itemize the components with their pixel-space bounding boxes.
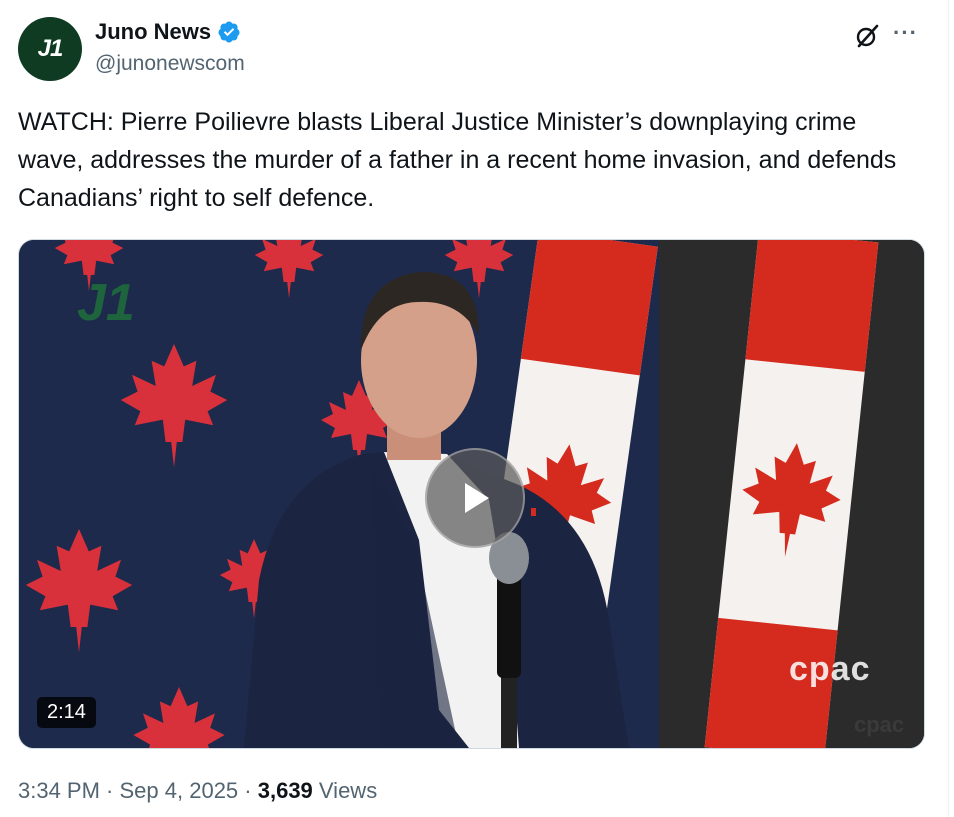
cpac-watermark: cpac [789,650,871,688]
avatar-logo-text: J1 [37,35,64,62]
grok-icon[interactable] [853,22,881,50]
verified-badge-icon [218,21,240,43]
views-label: Views [312,778,378,803]
author-handle[interactable]: @junonewscom [95,52,245,76]
video-duration: 2:14 [37,697,96,728]
tweet-meta: 3:34 PM · Sep 4, 2025 · 3,639 Views [18,778,377,804]
author-name-row: Juno News [95,19,241,45]
play-button[interactable] [425,448,525,548]
avatar[interactable]: J1 [18,17,82,81]
video-player[interactable]: J1 2:14 cpac cpac [18,239,925,749]
tweet-text: WATCH: Pierre Poilievre blasts Liberal J… [18,108,897,212]
meta-separator: · [238,778,258,803]
tweet-time[interactable]: 3:34 PM [18,778,100,803]
author-display-name[interactable]: Juno News [95,19,211,45]
cpac-corner-logo: cpac [854,712,905,737]
meta-separator: · [99,778,120,803]
tweet-date[interactable]: Sep 4, 2025 [120,778,239,803]
column-border [948,0,949,817]
views-count[interactable]: 3,639 [258,778,313,803]
juno-video-logo: J1 [77,274,135,332]
play-icon [465,483,489,513]
more-options-icon[interactable]: ··· [893,20,918,46]
